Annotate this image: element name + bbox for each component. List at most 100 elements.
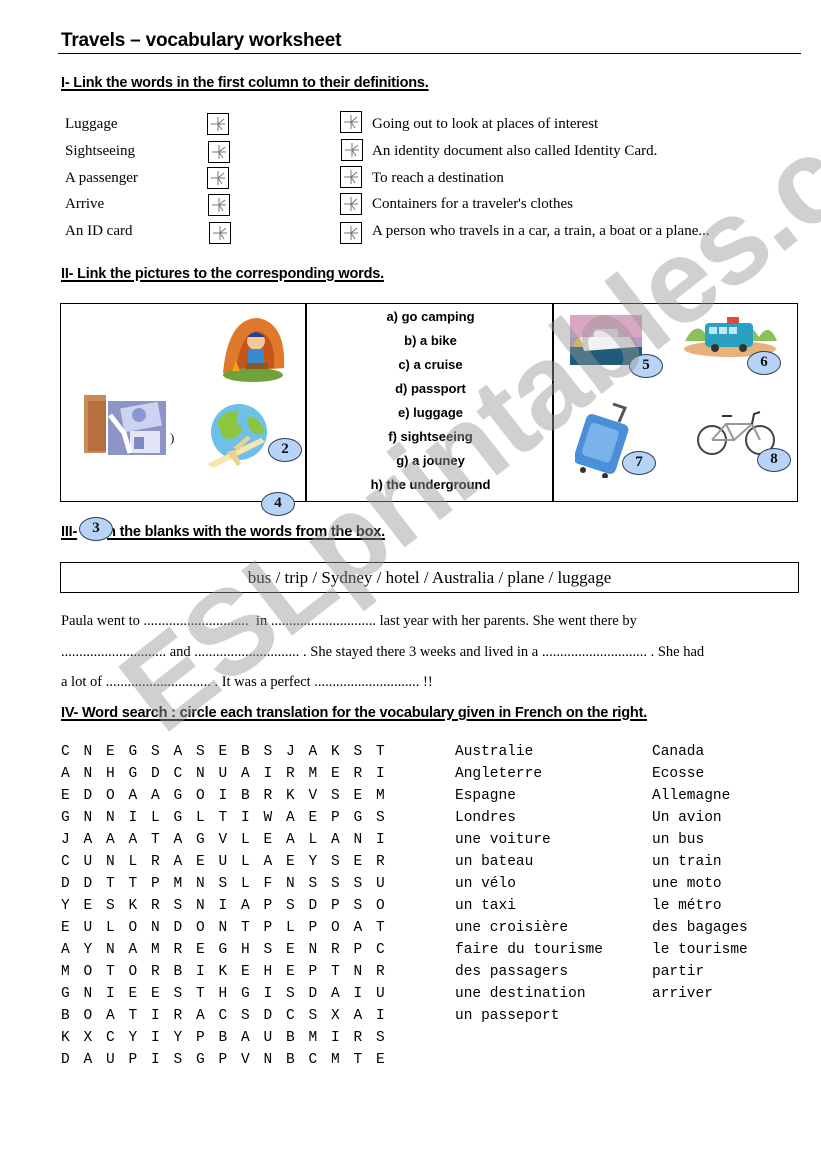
word-search-letter[interactable]: G — [61, 810, 84, 826]
word-search-letter[interactable]: K — [331, 744, 354, 760]
word-search-letter[interactable]: G — [219, 942, 242, 958]
word-search-letter[interactable]: A — [354, 1008, 377, 1024]
word-search-letter[interactable]: P — [129, 1052, 152, 1068]
word-search-letter[interactable]: A — [331, 986, 354, 1002]
word-search-letter[interactable]: C — [286, 1008, 309, 1024]
word-search-letter[interactable]: O — [376, 898, 399, 914]
word-search-letter[interactable]: N — [354, 832, 377, 848]
word-search-letter[interactable]: S — [196, 744, 219, 760]
word-search-letter[interactable]: R — [354, 1030, 377, 1046]
word-search-letter[interactable]: S — [264, 744, 287, 760]
word-search-letter[interactable]: R — [286, 766, 309, 782]
word-search-letter[interactable]: A — [286, 810, 309, 826]
word-search-letter[interactable]: X — [84, 1030, 107, 1046]
word-search-letter[interactable]: N — [354, 964, 377, 980]
word-search-letter[interactable]: E — [219, 744, 242, 760]
word-search-letter[interactable]: S — [264, 942, 287, 958]
word-search-letter[interactable]: U — [84, 920, 107, 936]
word-search-letter[interactable]: E — [286, 854, 309, 870]
word-search-letter[interactable]: S — [219, 876, 242, 892]
word-search-letter[interactable]: N — [151, 920, 174, 936]
word-search-letter[interactable]: T — [129, 1008, 152, 1024]
word-search-letter[interactable]: L — [241, 854, 264, 870]
word-search-letter[interactable]: I — [196, 964, 219, 980]
word-search-letter[interactable]: M — [331, 1052, 354, 1068]
word-search-letter[interactable]: D — [174, 920, 197, 936]
word-search-letter[interactable]: O — [196, 920, 219, 936]
word-search-letter[interactable]: E — [84, 898, 107, 914]
word-search-letter[interactable]: R — [174, 942, 197, 958]
word-search-letter[interactable]: O — [84, 964, 107, 980]
word-search-letter[interactable]: I — [219, 788, 242, 804]
word-search-letter[interactable]: D — [84, 788, 107, 804]
word-search-letter[interactable]: E — [354, 788, 377, 804]
word-search-letter[interactable]: S — [309, 1008, 332, 1024]
word-search-letter[interactable]: I — [129, 810, 152, 826]
word-search-letter[interactable]: S — [331, 788, 354, 804]
word-search-letter[interactable]: E — [376, 1052, 399, 1068]
word-search-letter[interactable]: E — [196, 854, 219, 870]
word-search-letter[interactable]: N — [84, 810, 107, 826]
word-search-letter[interactable]: I — [151, 1030, 174, 1046]
word-search-letter[interactable]: B — [219, 1030, 242, 1046]
word-search-letter[interactable]: I — [264, 986, 287, 1002]
word-search-letter[interactable]: A — [129, 942, 152, 958]
word-search-letter[interactable]: U — [376, 986, 399, 1002]
word-search-letter[interactable]: C — [106, 1030, 129, 1046]
word-search-letter[interactable]: H — [106, 766, 129, 782]
word-search-letter[interactable]: C — [61, 854, 84, 870]
word-search-letter[interactable]: S — [376, 1030, 399, 1046]
word-search-letter[interactable]: C — [61, 744, 84, 760]
word-search-letter[interactable]: G — [354, 810, 377, 826]
word-search-letter[interactable]: M — [309, 766, 332, 782]
word-search-letter[interactable]: Y — [309, 854, 332, 870]
word-search-letter[interactable]: I — [241, 810, 264, 826]
word-search-letter[interactable]: O — [331, 920, 354, 936]
word-search-letter[interactable]: I — [354, 986, 377, 1002]
word-search-letter[interactable]: B — [61, 1008, 84, 1024]
word-search-letter[interactable]: E — [129, 986, 152, 1002]
word-search-letter[interactable]: P — [219, 1052, 242, 1068]
word-search-letter[interactable]: M — [376, 788, 399, 804]
word-search-letter[interactable]: E — [286, 964, 309, 980]
word-search-letter[interactable]: A — [174, 832, 197, 848]
word-search-letter[interactable]: P — [264, 898, 287, 914]
word-search-letter[interactable]: T — [376, 744, 399, 760]
word-search-letter[interactable]: M — [151, 942, 174, 958]
word-search-letter[interactable]: K — [129, 898, 152, 914]
word-search-letter[interactable]: L — [129, 854, 152, 870]
word-search-letter[interactable]: T — [106, 964, 129, 980]
word-search-letter[interactable]: J — [61, 832, 84, 848]
word-search-letter[interactable]: U — [219, 854, 242, 870]
word-search-letter[interactable]: V — [219, 832, 242, 848]
word-search-letter[interactable]: L — [241, 832, 264, 848]
word-search-letter[interactable]: A — [286, 832, 309, 848]
word-search-letter[interactable]: E — [354, 854, 377, 870]
link-checkbox-right[interactable] — [341, 139, 363, 161]
word-search-letter[interactable]: D — [309, 986, 332, 1002]
word-search-letter[interactable]: G — [129, 766, 152, 782]
word-search-letter[interactable]: S — [376, 810, 399, 826]
word-search-letter[interactable]: I — [151, 1052, 174, 1068]
word-search-letter[interactable]: N — [219, 920, 242, 936]
word-search-letter[interactable]: H — [219, 986, 242, 1002]
word-search-letter[interactable]: I — [151, 1008, 174, 1024]
link-checkbox-left[interactable] — [208, 141, 230, 163]
word-search-letter[interactable]: N — [84, 766, 107, 782]
word-search-letter[interactable]: P — [196, 1030, 219, 1046]
word-search-letter[interactable]: T — [219, 810, 242, 826]
word-search-letter[interactable]: T — [129, 876, 152, 892]
word-search-letter[interactable]: R — [331, 942, 354, 958]
word-search-letter[interactable]: S — [354, 876, 377, 892]
word-search-letter[interactable]: A — [174, 854, 197, 870]
word-search-letter[interactable]: D — [61, 1052, 84, 1068]
word-search-letter[interactable]: N — [106, 810, 129, 826]
word-search-letter[interactable]: G — [174, 810, 197, 826]
word-search-letter[interactable]: I — [376, 766, 399, 782]
word-search-letter[interactable]: D — [61, 876, 84, 892]
word-search-letter[interactable]: G — [196, 1052, 219, 1068]
word-search-letter[interactable]: S — [174, 1052, 197, 1068]
word-search-letter[interactable]: Y — [61, 898, 84, 914]
word-search-letter[interactable]: A — [174, 744, 197, 760]
word-search-letter[interactable]: S — [331, 854, 354, 870]
